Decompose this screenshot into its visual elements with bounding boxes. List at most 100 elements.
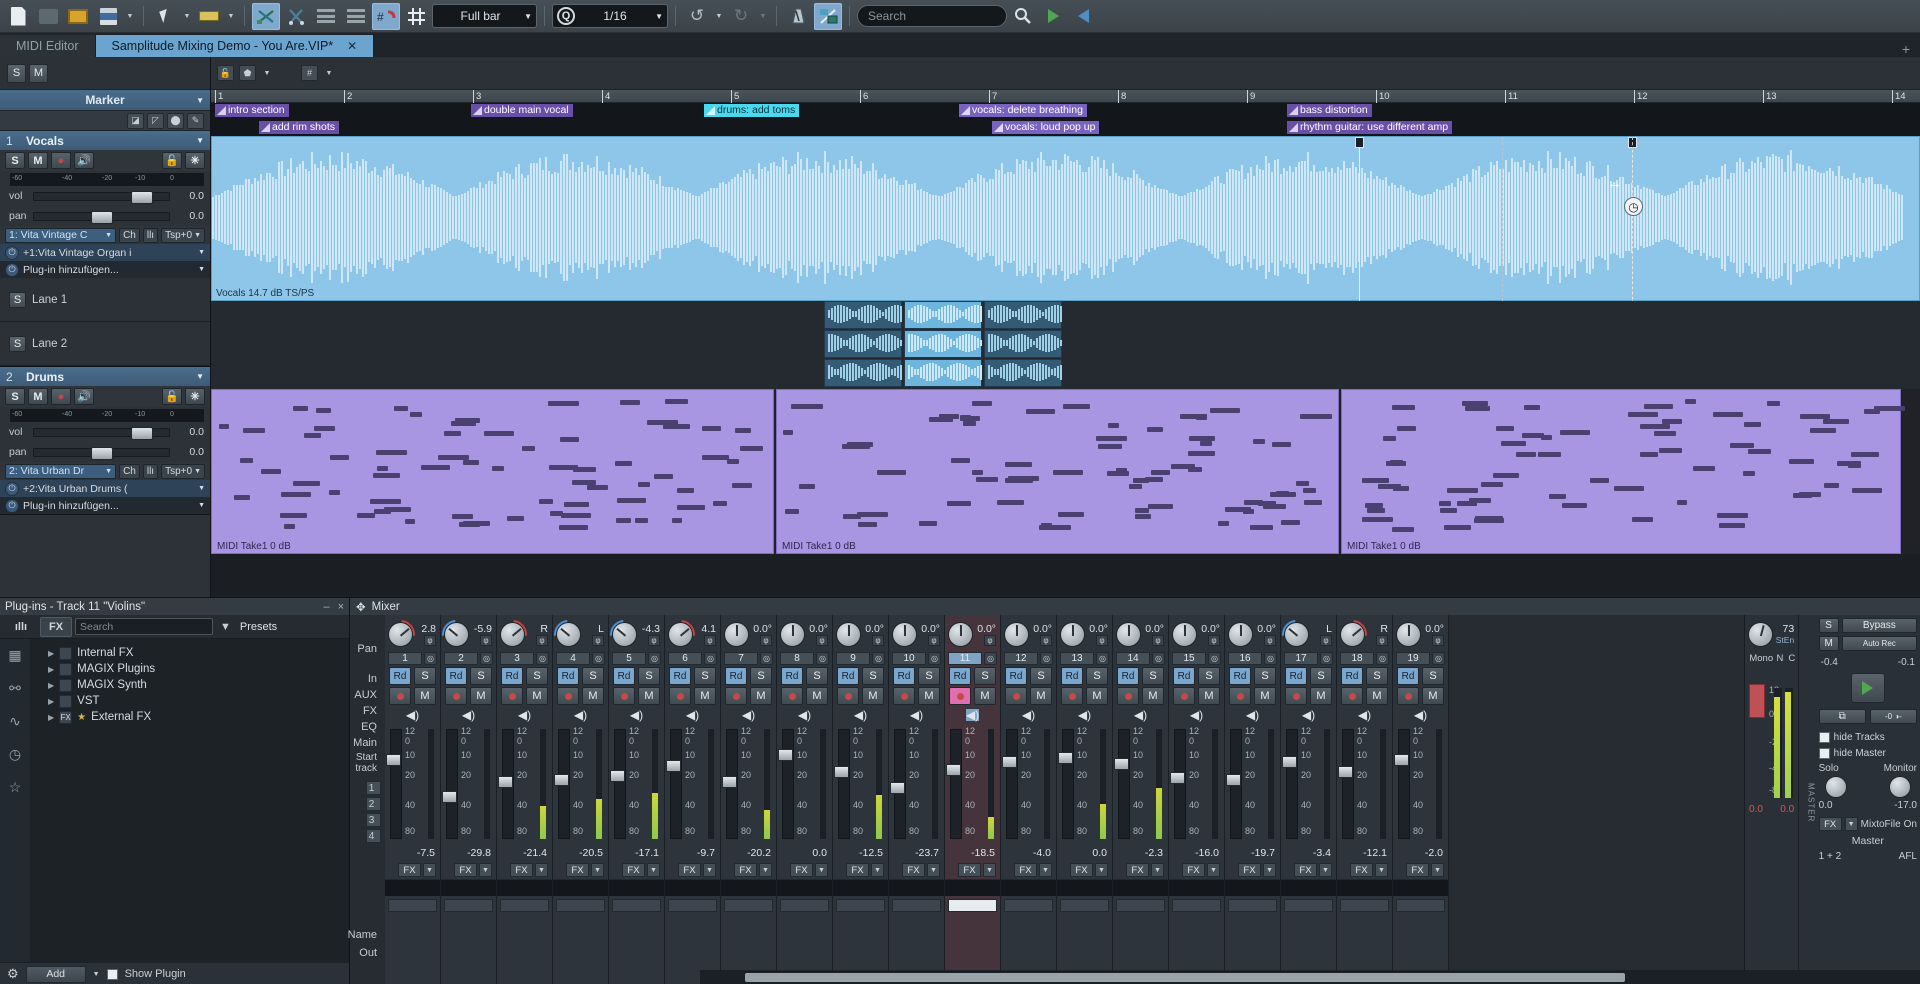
mute-button-18[interactable]: M bbox=[1366, 687, 1388, 705]
bar-ruler[interactable]: 1234567891011121314 bbox=[211, 90, 1920, 103]
monitor-icon-17[interactable]: ◀) bbox=[1302, 708, 1315, 722]
chevron-down-icon-fx-13[interactable]: ▼ bbox=[1095, 863, 1108, 877]
fader-track-6[interactable] bbox=[670, 729, 682, 839]
pan-knob-16[interactable] bbox=[1228, 622, 1253, 647]
chevron-down-icon-masterfx[interactable]: ▼ bbox=[1845, 817, 1858, 831]
in-toggle-6[interactable]: ◎ bbox=[704, 652, 717, 665]
record-button-19[interactable] bbox=[1397, 687, 1419, 705]
plugins-tree[interactable]: ▶Internal FX▶MAGIX Plugins▶MAGIX Synth▶V… bbox=[30, 639, 349, 962]
chevron-down-icon-fx-6[interactable]: ▼ bbox=[703, 863, 716, 877]
minimize-icon[interactable]: – bbox=[323, 601, 329, 613]
master-mute-button[interactable]: M bbox=[1819, 636, 1839, 651]
fader-cap-8[interactable] bbox=[778, 749, 793, 761]
phase-button-18[interactable]: φ bbox=[1376, 635, 1388, 646]
fx-button-4[interactable]: FX bbox=[566, 863, 589, 877]
in-number-14[interactable]: 14 bbox=[1116, 652, 1150, 665]
record-ready-button-12[interactable]: Rd bbox=[1005, 667, 1027, 685]
fader-track-18[interactable] bbox=[1342, 729, 1354, 839]
tab-project[interactable]: Samplitude Mixing Demo - You Are.VIP* ✕ bbox=[96, 35, 375, 57]
out-field-16[interactable] bbox=[1228, 899, 1277, 912]
record-ready-button-9[interactable]: Rd bbox=[837, 667, 859, 685]
name-field-13[interactable] bbox=[1057, 879, 1112, 896]
hide-tracks-row[interactable]: hide Tracks bbox=[1819, 729, 1917, 745]
chevron-down-icon-track2[interactable]: ▼ bbox=[196, 372, 204, 381]
grid-icon-timeline[interactable]: # bbox=[301, 65, 318, 81]
expand-arrow-icon[interactable]: ▶ bbox=[48, 665, 54, 674]
phase-button-3[interactable]: φ bbox=[536, 635, 548, 646]
video-monitor-icon[interactable] bbox=[814, 3, 842, 30]
out-field-3[interactable] bbox=[500, 899, 549, 912]
record-ready-button-15[interactable]: Rd bbox=[1173, 667, 1195, 685]
star-icon-rail[interactable]: ☆ bbox=[9, 779, 22, 796]
fx-button-11[interactable]: FX bbox=[958, 863, 981, 877]
record-button-7[interactable] bbox=[725, 687, 747, 705]
record-button-3[interactable] bbox=[501, 687, 523, 705]
phase-button-1[interactable]: φ bbox=[424, 635, 436, 646]
out-field-15[interactable] bbox=[1172, 899, 1221, 912]
mixer-strip-17[interactable]: Lφ17◎RdSM◀)12010204080-3.4FX▼ bbox=[1281, 615, 1337, 984]
playhead-0[interactable] bbox=[1359, 137, 1360, 302]
in-number-1[interactable]: 1 bbox=[388, 652, 422, 665]
tree-item-1[interactable]: ▶MAGIX Plugins bbox=[30, 661, 349, 677]
in-number-6[interactable]: 6 bbox=[668, 652, 702, 665]
in-toggle-13[interactable]: ◎ bbox=[1096, 652, 1109, 665]
name-field-7[interactable] bbox=[721, 879, 776, 896]
in-number-7[interactable]: 7 bbox=[724, 652, 758, 665]
start-track-row-3[interactable]: 3 bbox=[366, 813, 381, 827]
solo-button-7[interactable]: S bbox=[750, 667, 772, 685]
monitor-icon-3[interactable]: ◀) bbox=[518, 708, 531, 722]
in-toggle-9[interactable]: ◎ bbox=[872, 652, 885, 665]
track2-meter-icon[interactable]: llı bbox=[143, 464, 158, 479]
pointer-dropdown-caret[interactable]: ▼ bbox=[181, 13, 193, 20]
solo-button-13[interactable]: S bbox=[1086, 667, 1108, 685]
solo-button-4[interactable]: S bbox=[582, 667, 604, 685]
mute-button-13[interactable]: M bbox=[1086, 687, 1108, 705]
midi-clip-0[interactable]: MIDI Take1 0 dB bbox=[211, 389, 774, 554]
hide-master-row[interactable]: hide Master bbox=[1819, 745, 1917, 761]
record-button-8[interactable] bbox=[781, 687, 803, 705]
out-field-18[interactable] bbox=[1340, 899, 1389, 912]
chevron-down-icon-fx-1[interactable]: ▼ bbox=[423, 863, 436, 877]
tab-midi-editor[interactable]: MIDI Editor bbox=[0, 35, 96, 57]
undo-dropdown-caret[interactable]: ▼ bbox=[713, 13, 725, 20]
phase-button-14[interactable]: φ bbox=[1152, 635, 1164, 646]
marker-3[interactable]: drums: add toms bbox=[704, 104, 799, 117]
fx-button-6[interactable]: FX bbox=[678, 863, 701, 877]
plugins-search-input[interactable]: Search bbox=[75, 618, 213, 635]
in-number-18[interactable]: 18 bbox=[1340, 652, 1374, 665]
close-icon[interactable]: ✕ bbox=[347, 39, 357, 53]
phase-button-12[interactable]: φ bbox=[1040, 635, 1052, 646]
lane1-solo-button[interactable]: S bbox=[9, 292, 26, 308]
monitor-icon-2[interactable]: ◀) bbox=[462, 708, 475, 722]
monitor-icon-15[interactable]: ◀) bbox=[1190, 708, 1203, 722]
pointer-tool-icon[interactable] bbox=[151, 3, 179, 30]
grid-icon[interactable] bbox=[402, 3, 430, 30]
tree-item-4[interactable]: ▶FX★External FX bbox=[30, 709, 349, 725]
record-button-5[interactable] bbox=[613, 687, 635, 705]
take-block[interactable] bbox=[904, 359, 982, 387]
eyedropper-icon[interactable]: ✎ bbox=[187, 113, 204, 129]
db-icon[interactable]: -0 ◑- bbox=[1870, 709, 1917, 724]
chevron-down-icon-fx-9[interactable]: ▼ bbox=[871, 863, 884, 877]
master-solo-button[interactable]: S bbox=[1819, 618, 1839, 633]
out-field-7[interactable] bbox=[724, 899, 773, 912]
in-number-16[interactable]: 16 bbox=[1228, 652, 1262, 665]
phase-button-17[interactable]: φ bbox=[1320, 635, 1332, 646]
take-block[interactable] bbox=[984, 330, 1062, 358]
lane-1-header[interactable]: S Lane 1 bbox=[0, 278, 210, 322]
mute-button-19[interactable]: M bbox=[1422, 687, 1444, 705]
fader-track-14[interactable] bbox=[1118, 729, 1130, 839]
track1-tsp-button[interactable]: Tsp+0 ▼ bbox=[161, 228, 205, 243]
record-button-15[interactable] bbox=[1173, 687, 1195, 705]
fx-button-7[interactable]: FX bbox=[734, 863, 757, 877]
in-toggle-14[interactable]: ◎ bbox=[1152, 652, 1165, 665]
mute-button-9[interactable]: M bbox=[862, 687, 884, 705]
fader-track-5[interactable] bbox=[614, 729, 626, 839]
solo-button-2[interactable]: S bbox=[470, 667, 492, 685]
pan-knob-13[interactable] bbox=[1060, 622, 1085, 647]
chevron-down-icon-fx-7[interactable]: ▼ bbox=[759, 863, 772, 877]
plug-icon-rail[interactable]: ⚯ bbox=[9, 680, 21, 697]
pan-knob-14[interactable] bbox=[1116, 622, 1141, 647]
mute-button-15[interactable]: M bbox=[1198, 687, 1220, 705]
in-toggle-3[interactable]: ◎ bbox=[536, 652, 549, 665]
